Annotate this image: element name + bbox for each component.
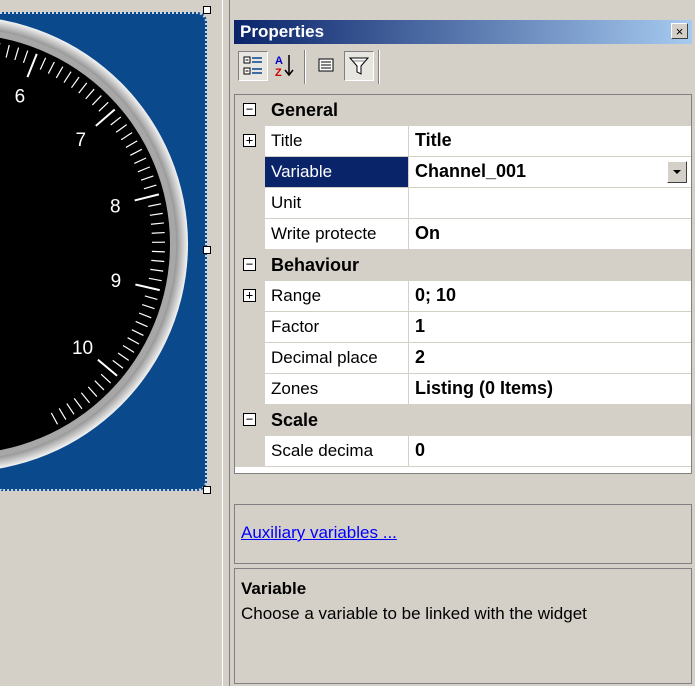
row-gutter (235, 374, 265, 404)
gauge-widget[interactable]: 6 7 8 9 10 (0, 12, 207, 491)
property-grid: − General + Title Title Variable Channel_001 Un… (234, 94, 692, 474)
property-row[interactable]: Zones Listing (0 Items) (235, 374, 691, 405)
property-name[interactable]: Variable (265, 157, 409, 187)
gauge-scale-label: 7 (75, 130, 86, 151)
property-value[interactable]: Listing (0 Items) (411, 374, 553, 408)
property-row[interactable]: Unit (235, 188, 691, 219)
property-pages-button[interactable] (312, 51, 342, 81)
expand-icon[interactable]: + (243, 134, 256, 147)
row-gutter (235, 343, 265, 373)
property-name[interactable]: Title (265, 126, 409, 156)
expand-icon[interactable]: + (243, 289, 256, 302)
gauge-tick (151, 231, 165, 234)
help-box: Variable Choose a variable to be linked … (234, 568, 692, 684)
gauge-scale-label: 8 (110, 196, 121, 217)
row-gutter (235, 312, 265, 342)
property-row[interactable]: Scale decima 0 (235, 436, 691, 467)
sort-az-icon: A Z (275, 55, 294, 79)
alphabetical-button[interactable]: A Z (270, 51, 300, 81)
help-title: Variable (241, 579, 307, 598)
property-row[interactable]: Write protecte On (235, 219, 691, 250)
category-row-scale[interactable]: − Scale (235, 405, 691, 436)
property-value[interactable]: 0; 10 (411, 281, 456, 315)
close-button[interactable]: × (671, 23, 688, 39)
filter-icon (348, 57, 370, 75)
property-pages-icon (318, 58, 334, 72)
properties-title: Properties (240, 22, 325, 41)
collapse-icon[interactable]: − (243, 258, 256, 271)
help-description: Choose a variable to be linked with the … (241, 604, 587, 623)
property-row[interactable]: Decimal place 2 (235, 343, 691, 374)
property-name[interactable]: Scale decima (265, 436, 409, 466)
property-value[interactable] (411, 188, 415, 222)
categorized-icon (243, 56, 262, 75)
collapse-icon[interactable]: − (243, 413, 256, 426)
row-gutter (235, 157, 265, 187)
properties-toolbar: A Z (234, 46, 692, 92)
properties-titlebar[interactable]: Properties × (234, 20, 692, 44)
row-gutter (235, 436, 265, 466)
collapse-icon[interactable]: − (243, 103, 256, 116)
property-row[interactable]: + Range 0; 10 (235, 281, 691, 312)
design-canvas: 6 7 8 9 10 (0, 0, 222, 686)
auxiliary-variables-link[interactable]: Auxiliary variables ... (241, 523, 397, 543)
category-label: General (271, 100, 339, 120)
property-row[interactable]: Variable Channel_001 (235, 157, 691, 188)
category-row-general[interactable]: − General (235, 95, 691, 126)
splitter-bar[interactable] (222, 0, 230, 686)
property-name[interactable]: Range (265, 281, 409, 311)
category-label: Behaviour (271, 255, 360, 275)
property-name[interactable]: Zones (265, 374, 409, 404)
toolbar-separator (378, 50, 380, 84)
category-label: Scale (271, 410, 319, 430)
property-row[interactable]: Factor 1 (235, 312, 691, 343)
gauge-scale-label: 9 (111, 271, 122, 292)
row-gutter (235, 219, 265, 249)
property-value[interactable]: Channel_001 (411, 157, 526, 191)
property-name[interactable]: Factor (265, 312, 409, 342)
categorized-button[interactable] (238, 51, 268, 81)
property-value[interactable]: 0 (411, 436, 425, 470)
property-value[interactable]: On (411, 219, 440, 253)
svg-text:A: A (275, 55, 283, 67)
properties-panel: Properties × A Z − General + Title Title… (230, 14, 695, 686)
property-value[interactable]: Title (411, 126, 452, 160)
gauge-dial: 6 7 8 9 10 (0, 19, 188, 469)
category-row-behaviour[interactable]: − Behaviour (235, 250, 691, 281)
aux-variables-box: Auxiliary variables ... (234, 504, 692, 564)
dropdown-arrow-icon[interactable] (667, 161, 687, 183)
gauge-scale-label: 10 (72, 338, 93, 359)
property-row[interactable]: + Title Title (235, 126, 691, 157)
toolbar-separator (304, 50, 306, 84)
resize-handle-bottom[interactable] (203, 486, 211, 494)
gauge-scale-label: 6 (15, 87, 26, 108)
property-name[interactable]: Write protecte (265, 219, 409, 249)
property-name[interactable]: Decimal place (265, 343, 409, 373)
row-gutter (235, 188, 265, 218)
property-value[interactable]: 2 (411, 343, 425, 377)
resize-handle-right[interactable] (203, 246, 211, 254)
filter-button[interactable] (344, 51, 374, 81)
resize-handle-top[interactable] (203, 6, 211, 14)
property-name[interactable]: Unit (265, 188, 409, 218)
property-value[interactable]: 1 (411, 312, 425, 346)
svg-text:Z: Z (275, 67, 282, 79)
